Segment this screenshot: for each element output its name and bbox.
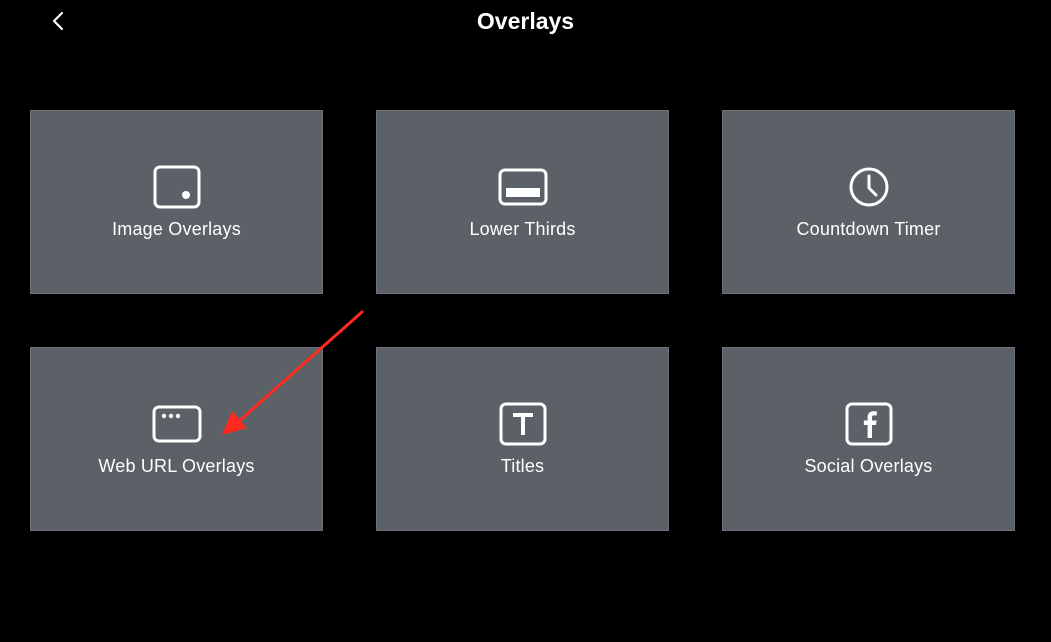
tile-image-overlays[interactable]: Image Overlays (30, 110, 323, 294)
tile-label: Web URL Overlays (98, 455, 255, 476)
clock-icon (848, 165, 890, 209)
overlays-screen: Overlays Image Overlays Lower Thirds Cou… (0, 0, 1051, 642)
facebook-icon (845, 402, 893, 446)
tile-label: Titles (500, 455, 545, 476)
tile-social-overlays[interactable]: Social Overlays (722, 347, 1015, 531)
annotation-arrow (222, 310, 364, 435)
tile-lower-thirds[interactable]: Lower Thirds (376, 110, 669, 294)
tile-label: Image Overlays (112, 218, 241, 239)
text-t-icon (499, 402, 547, 446)
tile-countdown-timer[interactable]: Countdown Timer (722, 110, 1015, 294)
tile-label: Lower Thirds (469, 218, 576, 239)
tile-label: Social Overlays (804, 455, 933, 476)
lower-thirds-icon (498, 165, 548, 209)
browser-window-icon (152, 402, 202, 446)
tile-web-url-overlays[interactable]: Web URL Overlays (30, 347, 323, 531)
tile-label: Countdown Timer (796, 218, 941, 239)
image-frame-icon (153, 165, 201, 209)
tile-titles[interactable]: Titles (376, 347, 669, 531)
page-title: Overlays (476, 8, 575, 34)
